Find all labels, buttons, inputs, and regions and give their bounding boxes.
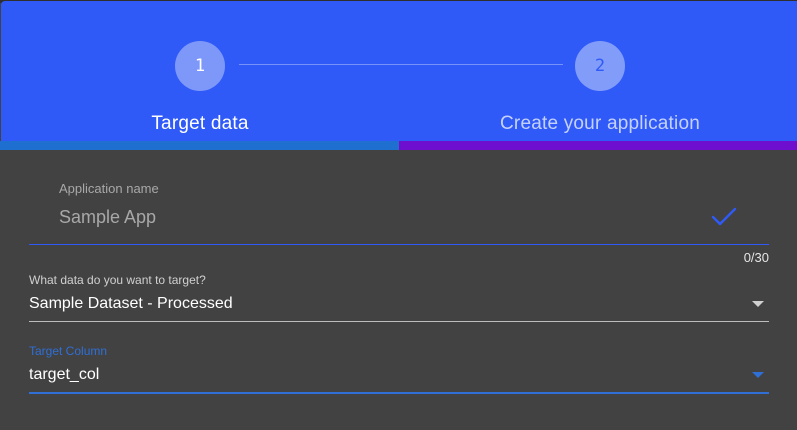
target-data-select[interactable]: What data do you want to target? Sample … bbox=[29, 273, 769, 322]
application-name-field[interactable]: Application name Sample App bbox=[29, 170, 769, 245]
application-name-input[interactable]: Sample App bbox=[59, 207, 156, 228]
step-progress-bar bbox=[0, 141, 797, 150]
field-underline bbox=[29, 392, 769, 394]
target-column-select[interactable]: Target Column target_col bbox=[29, 344, 769, 394]
step-number-circle: 1 bbox=[175, 41, 225, 91]
step-label: Target data bbox=[151, 113, 249, 134]
create-application-dialog: 1 Target data 2 Create your application … bbox=[0, 0, 797, 430]
field-underline bbox=[29, 321, 769, 322]
step-create-application[interactable]: 2 Create your application bbox=[485, 41, 715, 135]
progress-bar-fill bbox=[0, 141, 399, 150]
field-label: Application name bbox=[59, 181, 159, 196]
select-value[interactable]: target_col bbox=[29, 366, 769, 392]
select-value[interactable]: Sample Dataset - Processed bbox=[29, 295, 769, 321]
check-icon bbox=[711, 207, 737, 226]
step-target-data[interactable]: 1 Target data bbox=[125, 41, 275, 135]
step-label: Create your application bbox=[500, 113, 700, 134]
chevron-down-icon[interactable] bbox=[752, 301, 764, 307]
field-label: What data do you want to target? bbox=[29, 273, 206, 287]
chevron-down-icon[interactable] bbox=[752, 372, 764, 378]
character-counter: 0/30 bbox=[743, 250, 769, 265]
field-label: Target Column bbox=[29, 344, 108, 358]
field-underline bbox=[29, 244, 769, 245]
step-number-circle: 2 bbox=[575, 41, 625, 91]
stepper-header: 1 Target data 2 Create your application bbox=[1, 1, 797, 141]
